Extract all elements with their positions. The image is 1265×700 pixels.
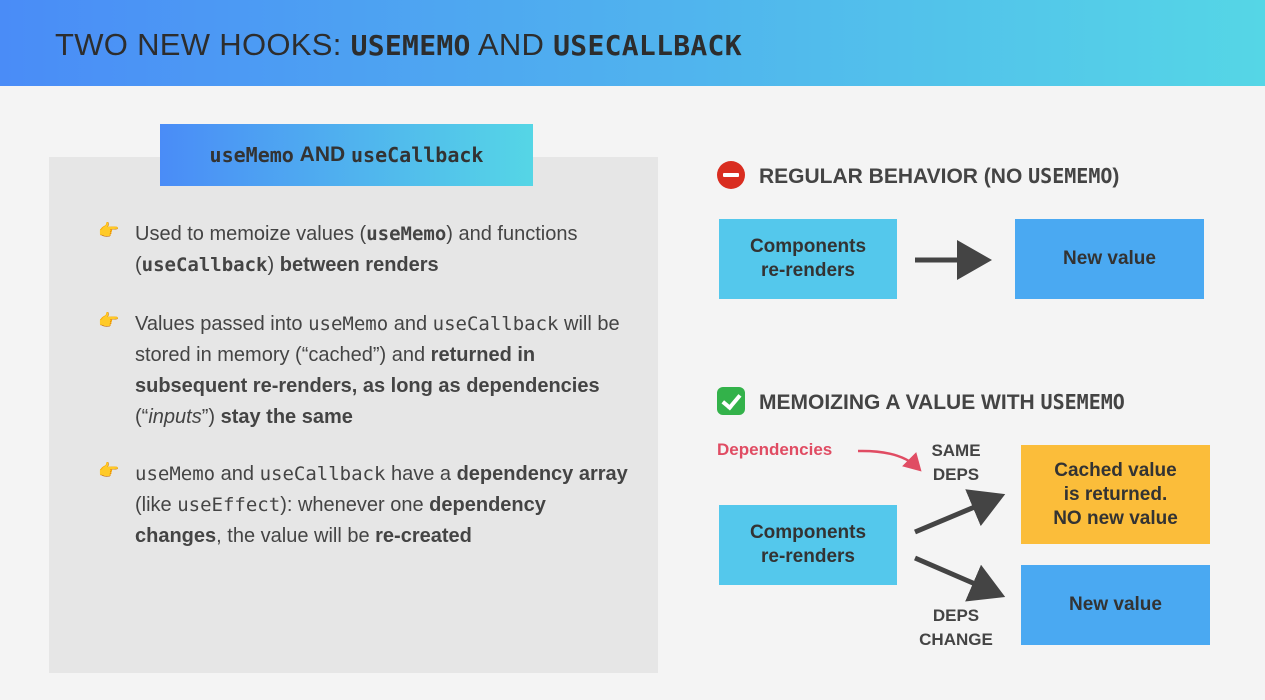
bullet-2-part: Values passed into: [135, 313, 309, 335]
cached-value-text: Cached value is returned. NO new value: [1053, 459, 1178, 531]
regular-heading-text: REGULAR BEHAVIOR (NO: [759, 165, 1029, 188]
bullet-1-code: useCallback: [141, 254, 268, 276]
deps-change-label: DEPS CHANGE: [906, 604, 1006, 652]
bullet-2-part: ”): [201, 406, 221, 428]
bullet-3-bold: re-created: [375, 525, 472, 547]
bullet-text-3: useMemo and useCallback have a dependenc…: [135, 459, 630, 552]
regular-behavior-heading: REGULAR BEHAVIOR (NO USEMEMO): [717, 161, 1119, 189]
header-bar: TWO NEW HOOKS: USEMEMO AND USECALLBACK: [0, 0, 1265, 86]
bullet-1-part: Used to memoize values (: [135, 223, 367, 245]
same-deps-line-2: DEPS: [932, 465, 980, 484]
bullet-1-part: ): [267, 254, 280, 276]
memo-heading-text: MEMOIZING A VALUE WITH: [759, 391, 1041, 414]
same-deps-label: SAME DEPS: [918, 439, 994, 487]
cached-line-3: NO new value: [1053, 507, 1178, 529]
title-and: AND: [470, 27, 554, 62]
pointing-hand-icon: 👉: [98, 221, 120, 240]
same-deps-line-1: SAME: [931, 441, 981, 460]
memoizing-heading: MEMOIZING A VALUE WITH USEMEMO: [717, 387, 1125, 415]
cached-line-2: is returned.: [1063, 483, 1168, 505]
title-prefix: TWO NEW HOOKS:: [55, 27, 351, 62]
bullet-3-code: useMemo: [135, 463, 216, 485]
title-hook-usecallback: USECALLBACK: [553, 29, 742, 62]
tag-usememo: useMemo: [209, 143, 294, 167]
pointing-hand-icon: 👉: [98, 311, 120, 330]
cached-line-1: Cached value: [1054, 459, 1177, 481]
regular-heading-end: ): [1112, 165, 1120, 188]
pointing-hand-icon: 👉: [98, 461, 120, 480]
bullet-3-code: useCallback: [259, 463, 386, 485]
bullet-2-code: useMemo: [308, 313, 389, 335]
bullet-text-1: Used to memoize values (useMemo) and fun…: [135, 219, 630, 281]
dependencies-arrow: [857, 449, 922, 472]
deps-change-line-1: DEPS: [932, 606, 980, 625]
bullet-3-code: useEffect: [177, 494, 281, 516]
bullet-2-bold: stay the same: [220, 406, 353, 428]
bullet-2-italic: inputs: [148, 406, 202, 428]
dependencies-label: Dependencies: [717, 440, 833, 459]
bullet-3-part: , the value will be: [216, 525, 376, 547]
bullet-1-code: useMemo: [366, 223, 447, 245]
components-rerenders-box-memo: Components re-renders: [719, 505, 897, 585]
bullet-3-bold: dependency array: [456, 463, 628, 485]
bullet-1-bold: between renders: [279, 254, 439, 276]
bullet-2-part: (“: [135, 406, 149, 428]
components-rerenders-box: Components re-renders: [719, 219, 897, 299]
deps-change-arrow: [914, 555, 1006, 602]
new-value-memo-label: New value: [1069, 594, 1162, 615]
bullet-2-part: and: [388, 313, 433, 335]
no-entry-icon: [717, 161, 745, 189]
title-hook-usememo: USEMEMO: [350, 29, 471, 62]
new-value-label: New value: [1063, 248, 1156, 269]
bullet-3-part: ): whenever one: [280, 494, 430, 516]
components-rerenders-label: Components re-renders: [749, 236, 867, 281]
bullet-text-2: Values passed into useMemo and useCallba…: [135, 309, 630, 433]
components-rerenders-memo-label: Components re-renders: [749, 522, 867, 567]
slide-title: TWO NEW HOOKS: USEMEMO AND USECALLBACK: [55, 27, 742, 63]
memo-heading-code: USEMEMO: [1040, 390, 1125, 414]
bullet-2-code: useCallback: [432, 313, 559, 335]
new-value-box-memo: New value: [1021, 565, 1210, 645]
new-value-box: New value: [1015, 219, 1204, 299]
regular-heading-code: USEMEMO: [1028, 164, 1113, 188]
deps-change-line-2: CHANGE: [919, 630, 993, 649]
bullet-3-part: and: [215, 463, 260, 485]
bullet-3-part: (like: [135, 494, 178, 516]
cached-value-box: Cached value is returned. NO new value: [1021, 445, 1210, 544]
tag-and: AND: [299, 143, 346, 166]
bullet-3-part: have a: [385, 463, 457, 485]
panel-tag: useMemo AND useCallback: [160, 124, 533, 186]
check-mark-icon: [717, 387, 745, 415]
tag-usecallback: useCallback: [351, 143, 484, 167]
same-deps-arrow: [914, 489, 1006, 535]
